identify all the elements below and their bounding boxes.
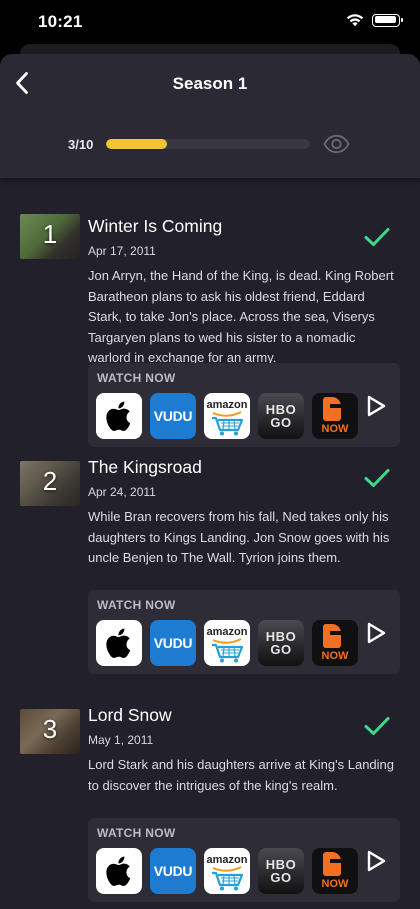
provider-list: VUDU amazon HBO GO NOW [96, 393, 358, 439]
episode-thumbnail: 3 [20, 709, 80, 754]
vudu-icon[interactable]: VUDU [150, 848, 196, 894]
eye-icon[interactable] [323, 134, 350, 154]
season-header: Season 1 3/10 [0, 54, 420, 178]
episode-thumbnail: 1 [20, 214, 80, 259]
page-title: Season 1 [172, 74, 248, 93]
amazon-icon[interactable]: amazon [204, 620, 250, 666]
status-icons [346, 13, 403, 27]
fandango-now-icon[interactable]: NOW [312, 848, 358, 894]
battery-icon [372, 13, 403, 27]
progress-label: 3/10 [68, 137, 94, 152]
vudu-icon[interactable]: VUDU [150, 393, 196, 439]
vudu-icon[interactable]: VUDU [150, 620, 196, 666]
checkmark-icon[interactable] [363, 715, 391, 737]
progress-bar [106, 139, 310, 149]
status-bar: 10:21 [0, 0, 420, 48]
episode-date: Apr 24, 2011 [88, 485, 156, 499]
provider-list: VUDU amazon HBO GO NOW [96, 848, 358, 894]
play-icon[interactable] [365, 393, 387, 419]
status-time: 10:21 [38, 12, 83, 31]
watch-now-panel: WATCH NOW VUDU amazon HBO GO NOW [88, 363, 400, 447]
episode-number: 2 [42, 466, 58, 496]
episode-title: Lord Snow [88, 705, 172, 725]
fandango-now-icon[interactable]: NOW [312, 393, 358, 439]
watch-now-label: WATCH NOW [97, 598, 176, 612]
amazon-icon[interactable]: amazon [204, 848, 250, 894]
checkmark-icon[interactable] [363, 467, 391, 489]
apple-icon[interactable] [96, 393, 142, 439]
episode-number: 1 [42, 219, 58, 249]
provider-list: VUDU amazon HBO GO NOW [96, 620, 358, 666]
progress-fill [106, 139, 168, 149]
hbo-go-icon[interactable]: HBO GO [258, 848, 304, 894]
season-sheet: Season 1 3/10 1 Winter Is Coming Apr 17,… [0, 54, 420, 909]
episode-date: Apr 17, 2011 [88, 244, 156, 258]
episode-description: While Bran recovers from his fall, Ned t… [88, 509, 390, 566]
watch-now-label: WATCH NOW [97, 371, 176, 385]
episode-thumbnail: 2 [20, 461, 80, 506]
apple-icon[interactable] [96, 848, 142, 894]
play-icon[interactable] [365, 848, 387, 874]
episode-description: Lord Stark and his daughters arrive at K… [88, 757, 395, 793]
watch-now-panel: WATCH NOW VUDU amazon HBO GO NOW [88, 818, 400, 902]
episode-title: The Kingsroad [88, 457, 202, 477]
episode-title: Winter Is Coming [88, 216, 223, 236]
fandango-now-icon[interactable]: NOW [312, 620, 358, 666]
play-icon[interactable] [365, 620, 387, 646]
checkmark-icon[interactable] [363, 226, 391, 248]
watch-now-label: WATCH NOW [97, 826, 176, 840]
apple-icon[interactable] [96, 620, 142, 666]
watch-now-panel: WATCH NOW VUDU amazon HBO GO NOW [88, 590, 400, 674]
episode-description: Jon Arryn, the Hand of the King, is dead… [88, 268, 394, 366]
amazon-icon[interactable]: amazon [204, 393, 250, 439]
hbo-go-icon[interactable]: HBO GO [258, 620, 304, 666]
episode-date: May 1, 2011 [88, 733, 154, 747]
wifi-icon [346, 14, 364, 27]
hbo-go-icon[interactable]: HBO GO [258, 393, 304, 439]
episode-number: 3 [42, 714, 58, 744]
